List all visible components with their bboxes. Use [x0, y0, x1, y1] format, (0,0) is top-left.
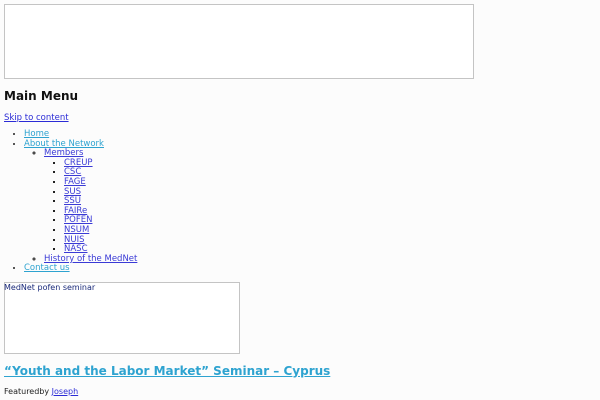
main-menu-heading: Main Menu — [4, 89, 79, 103]
nav-link-about[interactable]: About the Network — [24, 139, 104, 149]
about-submenu: Members CREUP CSC FAGE SUS SSU FAIRe POF… — [24, 148, 137, 264]
nav-link-members[interactable]: Members — [44, 148, 83, 158]
featured-image-frame[interactable] — [4, 282, 240, 354]
skip-to-content-link[interactable]: Skip to content — [4, 113, 69, 123]
members-submenu: CREUP CSC FAGE SUS SSU FAIRe POFEN NSUM … — [44, 158, 137, 255]
member-link-faire[interactable]: FAIRe — [64, 206, 87, 216]
author-link[interactable]: Joseph — [52, 387, 79, 396]
member-link-fage[interactable]: FAGE — [64, 177, 86, 187]
nav-item-contact: Contact us — [24, 264, 137, 274]
featured-by-label: Featuredby — [4, 387, 50, 396]
member-link-nsum[interactable]: NSUM — [64, 225, 89, 235]
member-link-sus[interactable]: SUS — [64, 187, 81, 197]
post-title-link[interactable]: “Youth and the Labor Market” Seminar – C… — [4, 364, 330, 378]
nav-link-history[interactable]: History of the MedNet — [44, 254, 137, 264]
top-banner-image — [4, 4, 474, 79]
featured-image-caption: MedNet pofen seminar — [4, 283, 96, 292]
post-byline: Featuredby Joseph — [4, 387, 78, 396]
member-link-nuis[interactable]: NUIS — [64, 235, 84, 245]
member-link-ssu[interactable]: SSU — [64, 196, 81, 206]
nav-item-about: About the Network Members CREUP CSC FAGE… — [24, 139, 137, 265]
nav-link-home[interactable]: Home — [24, 129, 49, 139]
main-navigation: Home About the Network Members CREUP CSC… — [24, 129, 137, 274]
nav-link-contact[interactable]: Contact us — [24, 263, 70, 274]
member-link-pofen[interactable]: POFEN — [64, 215, 92, 226]
nav-item-members: Members CREUP CSC FAGE SUS SSU FAIRe POF… — [44, 148, 137, 255]
member-link-csc[interactable]: CSC — [64, 167, 81, 178]
member-link-nasc[interactable]: NASC — [64, 244, 88, 254]
member-link-creup[interactable]: CREUP — [64, 158, 93, 168]
